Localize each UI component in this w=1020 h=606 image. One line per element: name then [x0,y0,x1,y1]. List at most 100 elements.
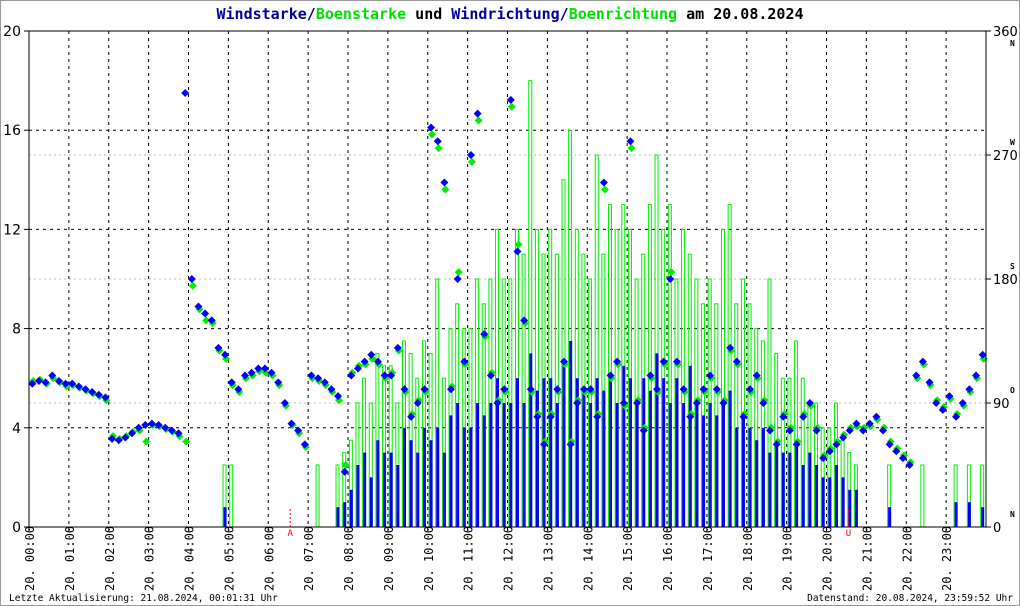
wind-bar [622,365,626,527]
gust-direction-point [474,116,483,125]
wind-bar [462,427,466,527]
left-tick-label: 8 [12,322,21,338]
wind-bar [781,452,785,527]
wind-bar [761,427,765,527]
x-tick-label: 20. 18:00 [741,526,755,591]
left-tick-label: 0 [12,520,21,536]
wind-bar [695,403,699,527]
left-tick-label: 16 [3,123,21,139]
chart-frame: Windstarke/Boenstarke und Windrichtung/B… [0,0,1020,606]
wind-bar [349,489,353,527]
gust-direction-point [627,144,636,153]
wind-bar [648,390,652,527]
wind-bar [615,403,619,527]
wind-bar [356,465,360,527]
x-tick-label: 20. 06:00 [262,526,276,591]
x-tick-label: 20. 17:00 [701,526,715,591]
wind-bar [795,440,799,527]
wind-direction-point [466,151,475,159]
right-tick-label: 90 [993,397,1010,412]
wind-bar [343,502,347,527]
x-tick-label: 20. 08:00 [342,526,356,591]
wind-bar [834,465,838,527]
wind-bar [555,403,559,527]
wind-bar [981,507,985,527]
left-tick-label: 4 [12,421,21,437]
wind-bar [449,415,453,527]
wind-bar [562,365,566,527]
gust-direction-point [507,102,516,111]
wind-bar [768,452,772,527]
compass-label: O [1010,386,1015,395]
compass-label: N [1010,510,1015,519]
wind-direction-point [666,275,675,283]
wind-bar [383,452,387,527]
gust-direction-point [434,144,443,153]
wind-bar [888,507,892,527]
x-tick-label: 20. 00:00 [23,526,37,591]
wind-bar [702,415,706,527]
x-tick-label: 20. 19:00 [781,526,795,591]
x-tick-label: 20. 05:00 [222,526,236,591]
x-tick-label: 20. 14:00 [581,526,595,591]
wind-direction-point [453,275,462,283]
wind-bar [662,378,666,527]
wind-bar [336,507,340,527]
right-tick-label: 180 [993,273,1018,288]
wind-bar [549,378,553,527]
compass-label: N [1010,39,1015,48]
wind-bar [841,477,845,527]
wind-bar [456,403,460,527]
x-tick-label: 20. 01:00 [63,526,77,591]
wind-direction-point [201,309,210,318]
wind-bar [954,502,958,527]
wind-bar [609,378,613,527]
wind-bar [642,378,646,527]
x-tick-label: 20. 20:00 [821,526,835,591]
wind-bar [728,390,732,527]
wind-bar [635,403,639,527]
wind-bar [476,403,480,527]
data-timestamp-text: Datenstand: 20.08.2024, 23:59:52 Uhr [807,593,1013,604]
wind-direction-point [513,247,522,256]
right-tick-label: 270 [993,149,1018,164]
wind-bar [582,390,586,527]
wind-bar [429,440,433,527]
wind-bar [409,440,413,527]
wind-bar [442,452,446,527]
wind-bar [741,415,745,527]
wind-bar [502,403,506,527]
wind-bar [402,427,406,527]
x-tick-label: 20. 11:00 [462,526,476,591]
wind-bar [675,378,679,527]
x-tick-label: 20. 23:00 [940,526,954,591]
wind-bar [223,507,227,527]
wind-bar [708,403,712,527]
wind-bar [788,452,792,527]
wind-bar [715,415,719,527]
wind-bar [967,502,971,527]
last-update-text: Letzte Aktualisierung: 21.08.2024, 00:01… [9,593,278,604]
gust-bar [920,464,925,528]
wind-bar [735,427,739,527]
wind-bar [396,465,400,527]
gust-direction-point [454,268,463,277]
wind-direction-point [187,275,196,283]
compass-label: W [1010,138,1015,147]
gust-direction-point [467,157,476,166]
wind-direction-point [506,95,515,104]
wind-bar [815,465,819,527]
wind-bar [595,378,599,527]
gust-direction-point [428,130,437,139]
x-tick-label: 20. 15:00 [621,526,635,591]
wind-bar [854,489,858,527]
wind-bar [469,427,473,527]
wind-bar [569,341,573,527]
x-tick-label: 20. 21:00 [860,526,874,591]
wind-bar [489,403,493,527]
gust-direction-point [441,185,450,194]
x-tick-label: 20. 02:00 [103,526,117,591]
chart-plot: 0481216200N90O180S270W360N20. 00:00 20. 0… [3,24,1018,591]
wind-bar [389,452,393,527]
event-label: U [846,529,851,539]
